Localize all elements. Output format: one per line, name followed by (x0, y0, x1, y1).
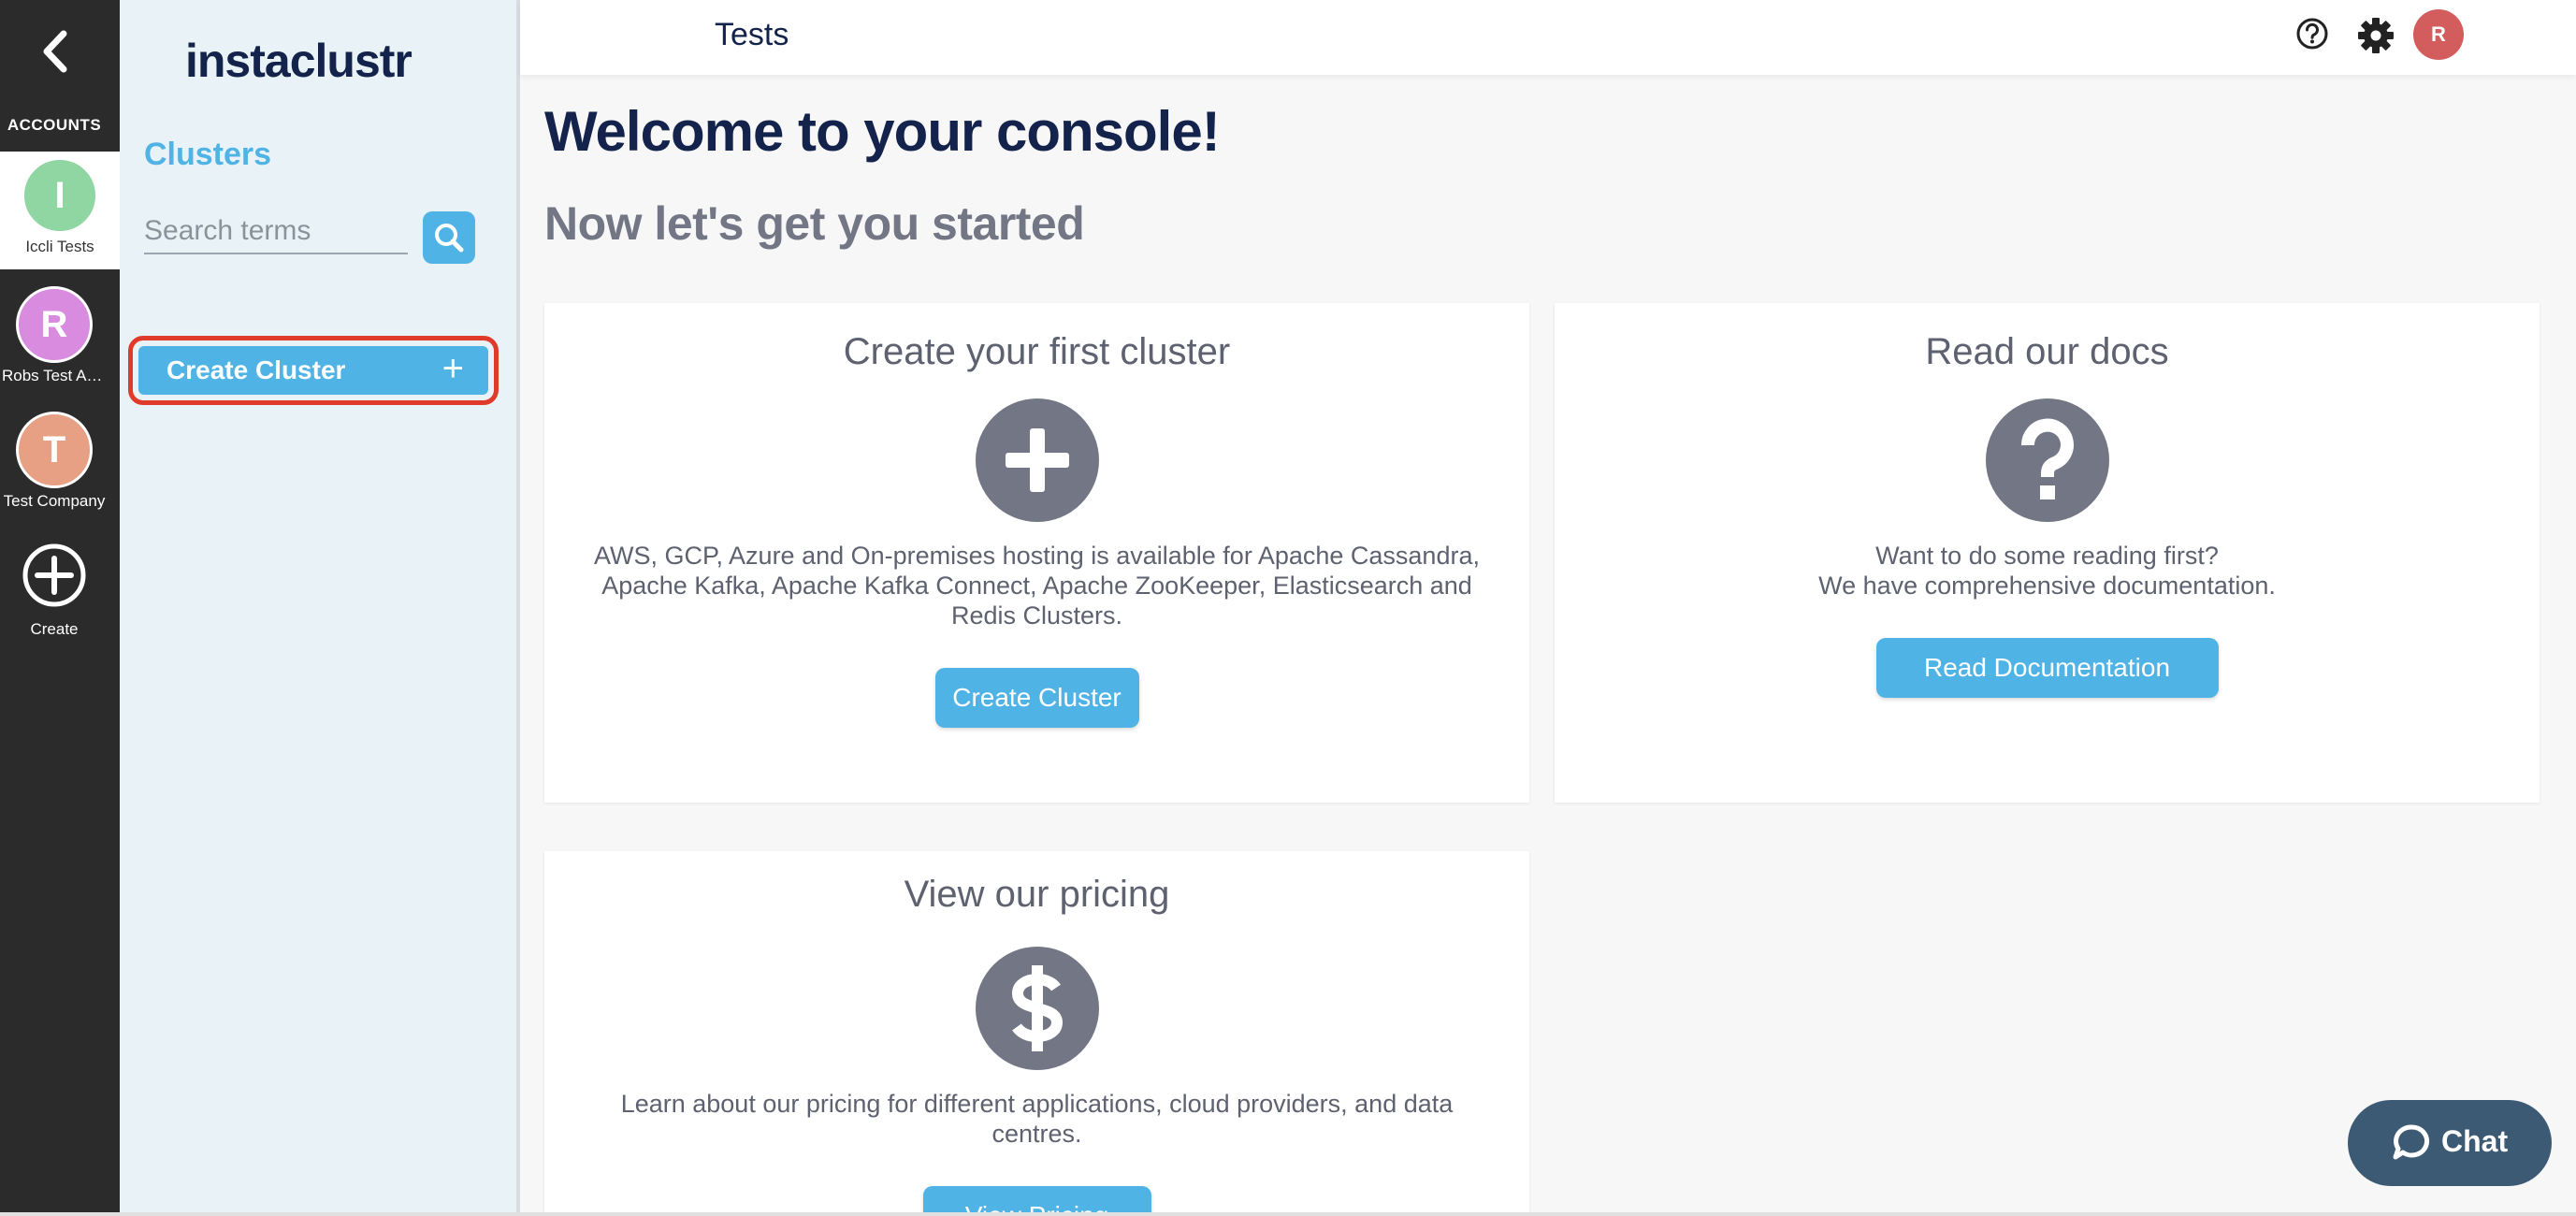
clusters-title: Clusters (144, 137, 272, 172)
card-body: Learn about our pricing for different ap… (620, 1090, 1454, 1148)
question-circle-icon (1985, 398, 2109, 522)
accounts-label: ACCOUNTS (7, 116, 102, 134)
create-account-label: Create (30, 620, 79, 638)
dollar-circle-icon (975, 947, 1099, 1070)
search-button[interactable] (423, 211, 475, 264)
top-header: Tests R (520, 0, 2576, 75)
search-icon (435, 224, 464, 253)
instaclustr-logo[interactable]: instaclustr (185, 34, 412, 88)
accounts-rail: ACCOUNTS I Iccli Tests R Robs Test Ac...… (0, 0, 120, 1216)
account-avatar: R (16, 286, 93, 363)
welcome-heading: Welcome to your console! (544, 100, 1221, 163)
card-body-line1: Want to do some reading first? (1875, 542, 2219, 570)
account-item-test-company[interactable]: T Test Company (0, 412, 109, 511)
card-title: Create your first cluster (843, 331, 1231, 372)
plus-circle-icon (975, 398, 1099, 522)
started-subheading: Now let's get you started (544, 197, 1085, 250)
plus-circle-icon (22, 543, 86, 607)
create-cluster-highlight: Create Cluster + (128, 336, 499, 405)
card-title: View our pricing (904, 874, 1170, 915)
view-pricing-card: View our pricing Learn about our pricing… (544, 851, 1529, 1216)
account-avatar: I (22, 157, 98, 234)
user-avatar[interactable]: R (2413, 9, 2464, 60)
header-blank-area (612, 17, 711, 58)
chat-label: Chat (2441, 1124, 2509, 1158)
back-icon[interactable] (36, 28, 73, 75)
card-title: Read our docs (1925, 331, 2169, 372)
account-item-robs-test[interactable]: R Robs Test Ac... (0, 286, 109, 385)
read-docs-card: Read our docs Want to do some reading fi… (1555, 303, 2540, 803)
page-title: Tests (715, 17, 789, 52)
cluster-search-input[interactable] (144, 210, 408, 254)
create-cluster-card: Create your first cluster AWS, GCP, Azur… (544, 303, 1529, 803)
read-documentation-button[interactable]: Read Documentation (1875, 638, 2219, 698)
create-cluster-button[interactable]: Create Cluster (934, 668, 1139, 728)
account-item-iccli-tests[interactable]: I Iccli Tests (0, 152, 120, 269)
sidebar-create-cluster-button[interactable]: Create Cluster + (138, 346, 488, 395)
create-cluster-label: Create Cluster (166, 355, 346, 384)
account-name: Robs Test Ac... (2, 367, 109, 384)
chat-button[interactable]: Chat (2348, 1100, 2552, 1186)
clusters-sidebar: instaclustr Clusters Create Cluster + (120, 0, 520, 1216)
plus-icon: + (441, 348, 464, 389)
bottom-divider (0, 1212, 2576, 1216)
account-name: Iccli Tests (25, 238, 94, 255)
help-icon[interactable] (2294, 15, 2331, 57)
card-body-line2: We have comprehensive documentation. (1818, 572, 2276, 600)
account-name: Test Company (3, 492, 106, 510)
account-avatar: T (16, 412, 93, 488)
card-body: AWS, GCP, Azure and On-premises hosting … (594, 542, 1480, 630)
gear-icon[interactable] (2355, 15, 2396, 61)
create-account-button[interactable]: Create (0, 543, 109, 639)
chat-bubble-icon (2393, 1124, 2430, 1160)
